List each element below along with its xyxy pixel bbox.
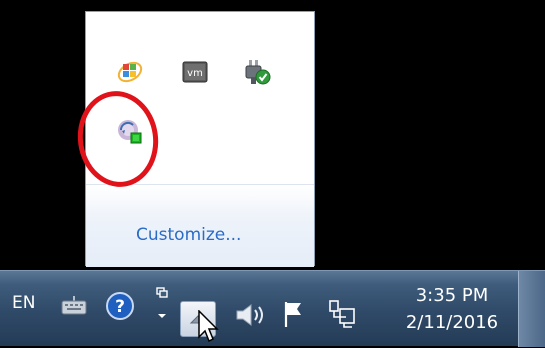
system-clock[interactable]: 3:35 PM 2/11/2016 — [392, 283, 512, 337]
action-center-flag-icon[interactable] — [280, 297, 310, 331]
notification-overflow-flyout: vm Customize... — [85, 11, 315, 267]
clock-time: 3:35 PM — [415, 285, 489, 306]
clock-date: 2/11/2016 — [405, 312, 499, 333]
volume-icon[interactable] — [232, 299, 268, 331]
vmware-label: vm — [187, 68, 203, 79]
svg-text:?: ? — [115, 297, 125, 317]
customize-link[interactable]: Customize... — [136, 225, 241, 245]
taskbar: EN ? 3:35 PM 2/11/2016 — [0, 270, 545, 347]
keyboard-icon[interactable] — [60, 291, 88, 321]
flyout-footer: Customize... — [86, 184, 314, 267]
safely-remove-hardware-icon[interactable] — [241, 56, 273, 88]
mouse-cursor-icon — [198, 309, 220, 348]
help-icon[interactable]: ? — [104, 290, 136, 322]
windows-update-icon[interactable] — [114, 56, 146, 88]
show-desktop-button[interactable] — [518, 271, 545, 347]
overflow-chevron-icon[interactable] — [152, 285, 172, 325]
network-icon[interactable] — [325, 295, 359, 331]
language-indicator[interactable]: EN — [12, 293, 35, 313]
network-share-sync-icon[interactable] — [114, 116, 146, 148]
hidden-icons-area: vm — [86, 12, 314, 184]
vmware-tools-icon[interactable]: vm — [179, 56, 211, 88]
